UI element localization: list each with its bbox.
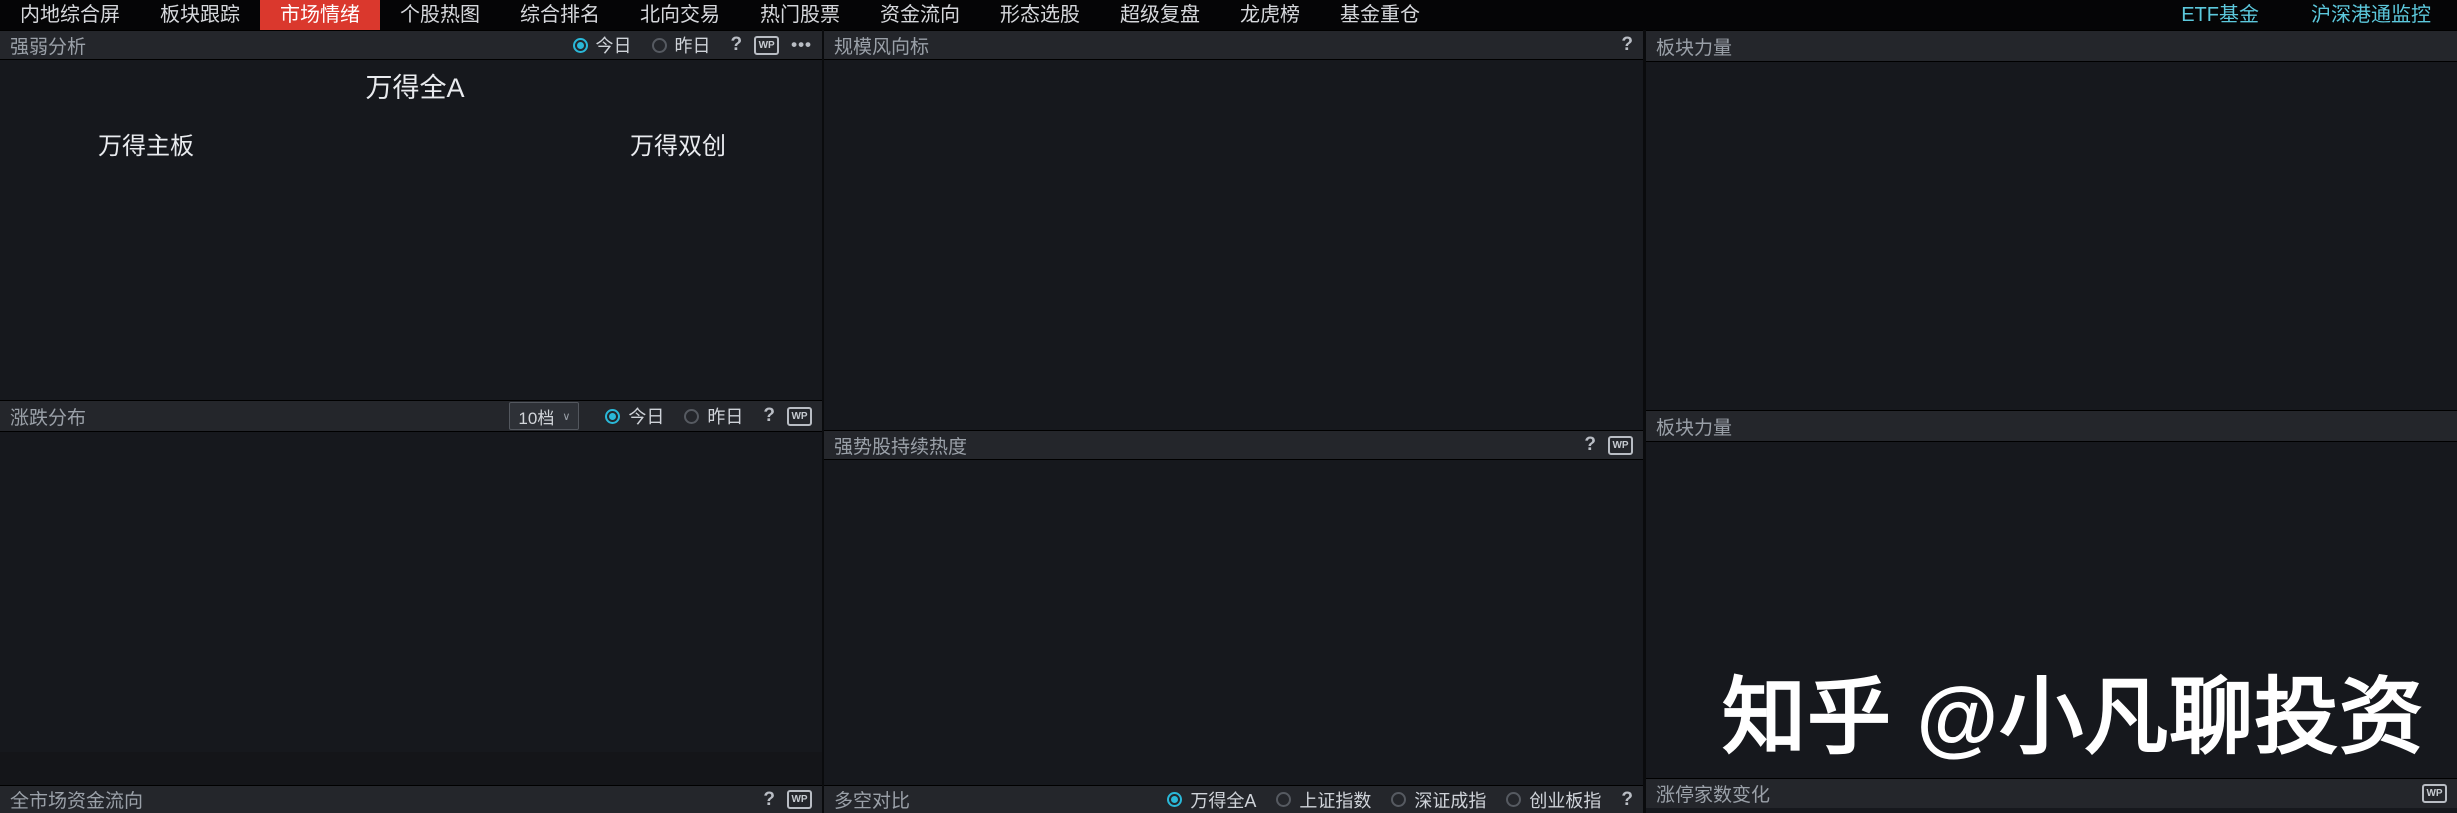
sector-top-header: 板块力量	[1646, 30, 2457, 62]
right-status-bar: 涨停家数变化 WP	[1646, 778, 2457, 808]
radio-option-今日[interactable]: 今日	[605, 403, 672, 429]
radio-label: 昨日	[707, 403, 743, 429]
radio-option-今日[interactable]: 今日	[573, 32, 640, 58]
wp-monitor-icon[interactable]: WP	[2422, 784, 2447, 803]
radio-option-昨日[interactable]: 昨日	[684, 403, 751, 429]
wp-monitor-icon[interactable]: WP	[787, 790, 812, 809]
panel-title: 强势股持续热度	[834, 432, 967, 459]
charts-column: 规模风向标 ? 强势股持续热度 ? WP 多空对比 万得全A 上证指数 深证成指 创业…	[824, 30, 1643, 813]
menu-item-基金重仓[interactable]: 基金重仓	[1320, 0, 1440, 30]
distribution-bar-chart	[0, 468, 822, 750]
status-title: 涨停家数变化	[1656, 780, 1770, 807]
menu-item-市场情绪[interactable]: 市场情绪	[260, 0, 380, 30]
menu-item-综合排名[interactable]: 综合排名	[500, 0, 620, 30]
radio-option-创业板指[interactable]: 创业板指	[1506, 787, 1609, 813]
panel-title: 涨跌分布	[10, 403, 86, 430]
radio-option-深证成指[interactable]: 深证成指	[1391, 787, 1494, 813]
menu-item-龙虎榜[interactable]: 龙虎榜	[1220, 0, 1320, 30]
chevron-down-icon: ∨	[562, 410, 570, 423]
distribution-summary	[0, 432, 822, 468]
strength-column: 强弱分析 今日昨日?WP••• 万得全A万得主板万得双创 涨跌分布 10档∨今日…	[0, 30, 822, 813]
help-icon[interactable]: ?	[1621, 789, 1633, 811]
radio-icon[interactable]	[684, 409, 699, 424]
band-selector-value: 10档	[518, 404, 554, 429]
gauge-title-万得双创: 万得双创	[540, 126, 816, 161]
scale-panel-header: 规模风向标 ?	[824, 30, 1643, 60]
radio-option-昨日[interactable]: 昨日	[652, 32, 719, 58]
wp-monitor-icon[interactable]: WP	[754, 36, 779, 55]
help-icon[interactable]: ?	[763, 789, 775, 811]
momentum-legend	[824, 466, 1629, 490]
radio-selected-icon[interactable]	[573, 38, 588, 53]
more-options-icon[interactable]: •••	[791, 35, 812, 55]
radio-icon[interactable]	[1276, 792, 1291, 807]
radio-icon[interactable]	[1506, 792, 1521, 807]
gauge-area: 万得全A 万得主板 万得双创	[0, 60, 822, 400]
menu-item-沪深港通监控[interactable]: 沪深港通监控	[2285, 0, 2457, 30]
panel-title: 板块力量	[1656, 413, 1732, 440]
radio-label: 今日	[628, 403, 664, 429]
help-icon[interactable]: ?	[1621, 34, 1633, 56]
help-icon[interactable]: ?	[1584, 434, 1596, 456]
strength-panel-header: 强弱分析 今日 昨日? WP •••	[0, 30, 822, 60]
status-title: 多空对比	[834, 786, 910, 813]
panel-title: 强弱分析	[10, 32, 86, 59]
scale-legend	[824, 84, 1629, 108]
radio-label: 创业板指	[1529, 787, 1601, 813]
menu-right-group: ETF基金沪深港通监控	[2155, 0, 2457, 30]
wp-monitor-icon[interactable]: WP	[1608, 436, 1633, 455]
help-icon[interactable]: ?	[763, 405, 775, 427]
momentum-panel-header: 强势股持续热度 ? WP	[824, 430, 1643, 460]
top-menu-bar: 内地综合屏板块跟踪市场情绪个股热图综合排名北向交易热门股票资金流向形态选股超级复…	[0, 0, 2457, 30]
band-selector-dropdown[interactable]: 10档 ∨	[509, 402, 579, 430]
watermark: 知乎 @小凡聊投资	[1722, 650, 2424, 771]
menu-item-板块跟踪[interactable]: 板块跟踪	[140, 0, 260, 30]
menu-item-超级复盘[interactable]: 超级复盘	[1100, 0, 1220, 30]
radio-icon[interactable]	[1391, 792, 1406, 807]
market-sentiment-screen: 内地综合屏板块跟踪市场情绪个股热图综合排名北向交易热门股票资金流向形态选股超级复…	[0, 0, 2457, 813]
help-icon[interactable]: ?	[731, 34, 743, 56]
radio-label: 上证指数	[1299, 787, 1371, 813]
radio-selected-icon[interactable]	[605, 409, 620, 424]
radio-label: 昨日	[675, 32, 711, 58]
menu-item-资金流向[interactable]: 资金流向	[860, 0, 980, 30]
radio-label: 深证成指	[1414, 787, 1486, 813]
wp-monitor-icon[interactable]: WP	[787, 407, 812, 426]
menu-item-北向交易[interactable]: 北向交易	[620, 0, 740, 30]
radio-selected-icon[interactable]	[1167, 792, 1182, 807]
radio-option-万得全A[interactable]: 万得全A	[1167, 787, 1264, 813]
radio-label: 今日	[596, 32, 632, 58]
menu-item-热门股票[interactable]: 热门股票	[740, 0, 860, 30]
menu-item-个股热图[interactable]: 个股热图	[380, 0, 500, 30]
long-short-bar: 多空对比 万得全A 上证指数 深证成指 创业板指?	[824, 785, 1643, 813]
radio-icon[interactable]	[652, 38, 667, 53]
menu-item-内地综合屏[interactable]: 内地综合屏	[0, 0, 140, 30]
radio-label: 万得全A	[1190, 787, 1256, 813]
menu-item-ETF基金[interactable]: ETF基金	[2155, 0, 2285, 30]
gauge-title-万得主板: 万得主板	[8, 126, 284, 161]
gauge-title-万得全A: 万得全A	[200, 66, 630, 105]
menu-item-形态选股[interactable]: 形态选股	[980, 0, 1100, 30]
index-tabs	[0, 752, 822, 785]
status-title: 全市场资金流向	[10, 786, 143, 813]
sector-bottom-header: 板块力量	[1646, 410, 2457, 442]
distribution-panel-header: 涨跌分布 10档 ∨ 今日 昨日? WP	[0, 400, 822, 432]
panel-title: 规模风向标	[834, 32, 929, 59]
panel-title: 板块力量	[1656, 33, 1732, 60]
radio-option-上证指数[interactable]: 上证指数	[1276, 787, 1379, 813]
left-status-bar: 全市场资金流向 ? WP	[0, 785, 822, 813]
